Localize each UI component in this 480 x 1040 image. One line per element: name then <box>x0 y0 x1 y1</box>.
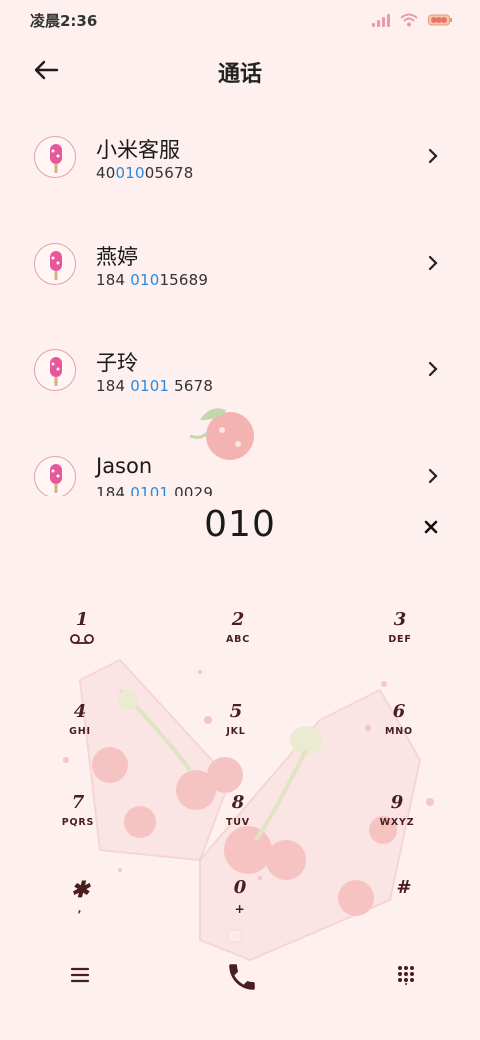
dialpad-icon <box>398 966 414 985</box>
key-4[interactable]: 4 GHI <box>40 702 120 762</box>
voicemail-icon <box>70 634 94 644</box>
contact-number: 184 01015689 <box>96 271 209 289</box>
page-title: 通话 <box>217 62 262 87</box>
wifi-icon <box>400 13 418 27</box>
key-1[interactable]: 1 <box>42 610 122 670</box>
contact-name: 小米客服 <box>96 138 180 162</box>
close-icon <box>424 520 438 534</box>
signal-icon <box>372 13 390 27</box>
call-button[interactable] <box>220 955 264 999</box>
avatar <box>34 243 76 285</box>
contact-suggestion-list[interactable]: 小米客服 4001005678 燕婷 184 01015689 子玲 184 0… <box>0 100 480 496</box>
contact-row[interactable]: Jason 184 0101 0029 <box>0 420 480 496</box>
contact-row[interactable]: 燕婷 184 01015689 <box>0 207 480 307</box>
status-icons <box>372 10 452 30</box>
match-highlight: 010 <box>115 164 145 182</box>
clear-button[interactable] <box>418 514 444 540</box>
avatar <box>34 136 76 178</box>
contact-name: Jason <box>96 454 153 478</box>
chevron-right-icon[interactable] <box>426 468 440 484</box>
phone-icon <box>229 964 255 990</box>
contact-row[interactable]: 子玲 184 0101 5678 <box>0 313 480 413</box>
dialpad-toggle-button[interactable] <box>386 955 426 995</box>
match-highlight: 0101 <box>130 484 170 496</box>
contact-number: 4001005678 <box>96 164 194 182</box>
key-8[interactable]: 8 TUV <box>198 793 278 853</box>
key-9[interactable]: 9 WXYZ <box>357 793 437 853</box>
key-hash[interactable]: # <box>364 878 444 938</box>
header: 通话 <box>0 44 480 96</box>
key-6[interactable]: 6 MNO <box>359 702 439 762</box>
dialed-number-display: 010 <box>204 504 276 545</box>
contact-name: 燕婷 <box>96 245 138 269</box>
chevron-right-icon[interactable] <box>426 148 440 164</box>
menu-button[interactable] <box>60 955 100 995</box>
popsicle-icon <box>50 144 62 173</box>
battery-icon <box>428 14 452 26</box>
key-2[interactable]: 2 ABC <box>198 610 278 670</box>
match-highlight: 010 <box>130 271 160 289</box>
contact-number: 184 0101 0029 <box>96 484 213 496</box>
status-bar: 凌晨2:36 <box>0 0 480 40</box>
popsicle-icon <box>50 251 62 280</box>
popsicle-icon <box>50 357 62 386</box>
chevron-right-icon[interactable] <box>426 255 440 271</box>
key-3[interactable]: 3 DEF <box>360 610 440 670</box>
popsicle-icon <box>50 464 62 493</box>
chevron-right-icon[interactable] <box>426 361 440 377</box>
match-highlight: 0101 <box>130 377 170 395</box>
menu-icon <box>70 967 90 983</box>
avatar <box>34 456 76 496</box>
contact-name: 子玲 <box>96 351 138 375</box>
key-7[interactable]: 7 PQRS <box>38 793 118 853</box>
status-time: 凌晨2:36 <box>30 12 98 30</box>
key-0[interactable]: 0 + <box>200 878 280 938</box>
avatar <box>34 349 76 391</box>
key-5[interactable]: 5 JKL <box>196 702 276 762</box>
contact-number: 184 0101 5678 <box>96 377 214 395</box>
contact-row[interactable]: 小米客服 4001005678 <box>0 100 480 200</box>
key-star[interactable]: ✱ , <box>40 879 120 940</box>
